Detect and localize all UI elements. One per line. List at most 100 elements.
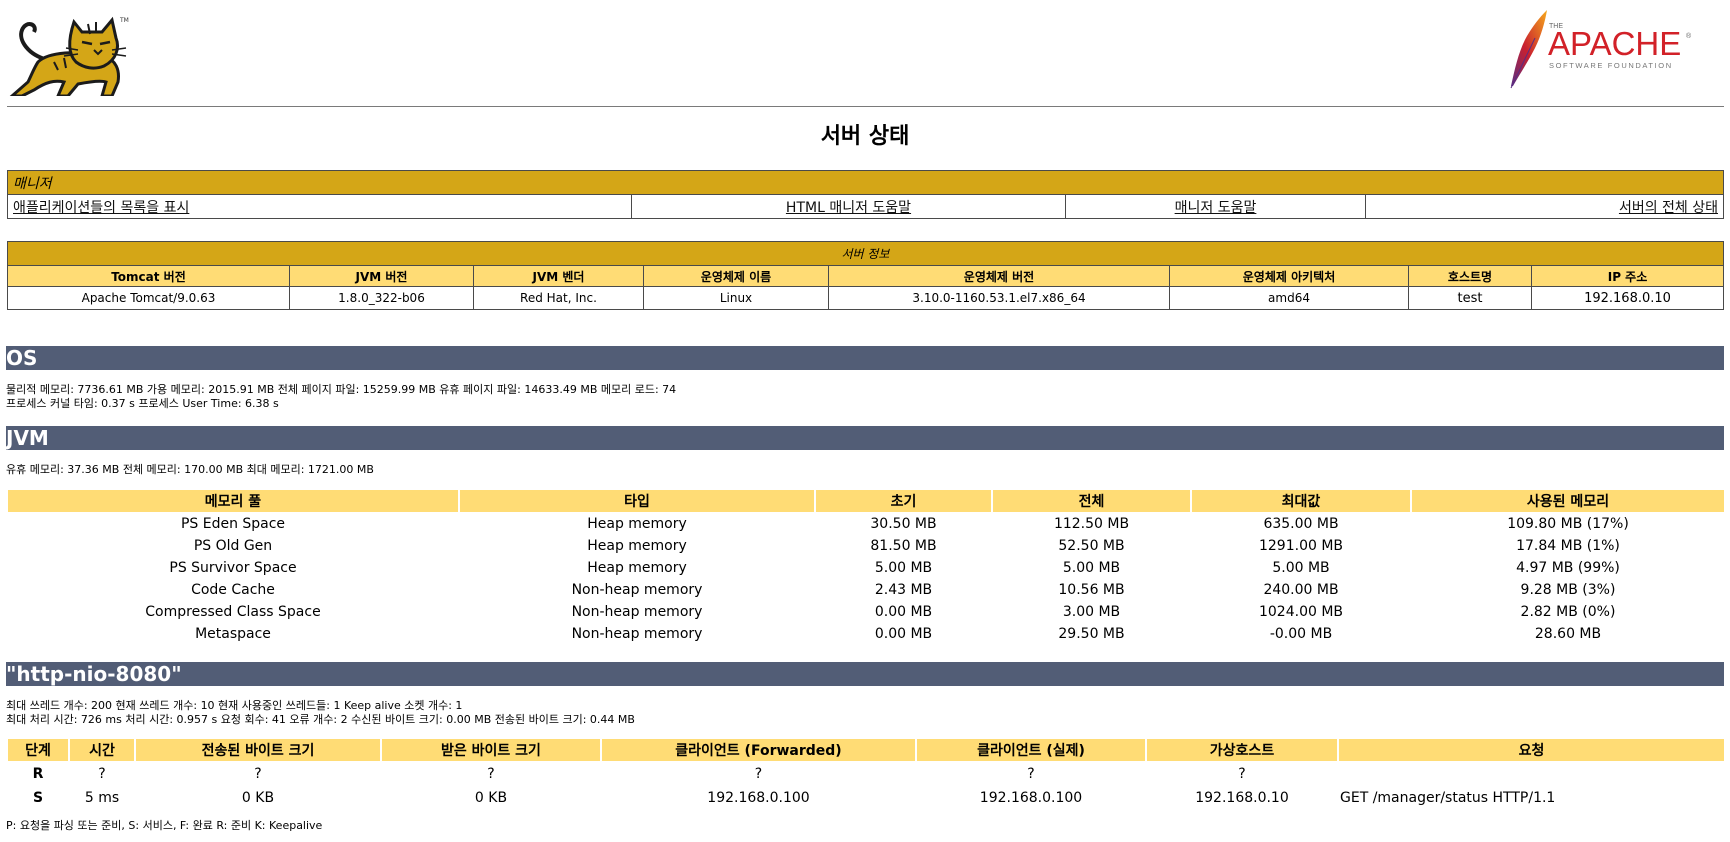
connector-section-title: "http-nio-8080": [6, 662, 1724, 686]
ip-address: 192.168.0.10: [1531, 286, 1724, 310]
table-row: S 5 ms 0 KB 0 KB 192.168.0.100 192.168.0…: [8, 787, 1724, 809]
memory-used: 17.84 MB (1%): [1516, 538, 1620, 554]
memory-total: 52.50 MB: [1058, 538, 1125, 554]
thread-virtual-host: 192.168.0.10: [1195, 790, 1289, 806]
os-section-title: OS: [6, 346, 1724, 370]
header-os-arch: 운영체제 아키텍처: [1169, 265, 1409, 287]
hostname: test: [1408, 286, 1532, 310]
thread-bytes-received: 0 KB: [474, 790, 508, 806]
table-row: R ? ? ? ? ? ?: [8, 763, 1724, 785]
header-client-actual: 클라이언트 (실제): [917, 739, 1145, 761]
tomcat-tm: TM: [119, 17, 129, 24]
thread-time: 5 ms: [84, 790, 120, 806]
memory-used: 4.97 MB (99%): [1516, 560, 1620, 576]
tomcat-logo: TM: [8, 10, 132, 98]
memory-total: 29.50 MB: [1058, 626, 1125, 642]
apache-name: APACHE: [1548, 25, 1681, 62]
thread-client-actual: 192.168.0.100: [979, 790, 1083, 806]
memory-total: 3.00 MB: [1062, 604, 1121, 620]
memory-pool-name: Metaspace: [195, 626, 271, 642]
server-info-title: 서버 정보: [7, 241, 1724, 266]
html-manager-help-link[interactable]: HTML 매니저 도움말: [786, 200, 911, 216]
memory-type: Non-heap memory: [571, 604, 703, 620]
header-client-forwarded: 클라이언트 (Forwarded): [602, 739, 915, 761]
memory-pool-name: PS Eden Space: [180, 516, 286, 532]
complete-server-status-link[interactable]: 서버의 전체 상태: [1619, 200, 1718, 216]
tomcat-version: Apache Tomcat/9.0.63: [7, 286, 290, 310]
header-total: 전체: [993, 490, 1190, 512]
memory-used: 2.82 MB (0%): [1520, 604, 1616, 620]
memory-initial: 81.50 MB: [870, 538, 937, 554]
os-version: 3.10.0-1160.53.1.el7.x86_64: [828, 286, 1170, 310]
memory-maximum: 1024.00 MB: [1258, 604, 1344, 620]
memory-maximum: 1291.00 MB: [1258, 538, 1344, 554]
memory-total: 112.50 MB: [1053, 516, 1130, 532]
thread-client-forwarded: 192.168.0.100: [707, 790, 810, 806]
thread-request: [1339, 763, 1724, 785]
memory-type: Non-heap memory: [571, 626, 703, 642]
memory-pool-name: PS Survivor Space: [169, 560, 297, 576]
jvm-section-title: JVM: [6, 426, 1724, 450]
header-os-version: 운영체제 버전: [828, 265, 1170, 287]
os-memory-info: 물리적 메모리: 7736.61 MB 가용 메모리: 2015.91 MB 전…: [6, 383, 677, 396]
thread-table: 단계 시간 전송된 바이트 크기 받은 바이트 크기 클라이언트 (Forwar…: [6, 737, 1726, 811]
manager-title: 매니저: [7, 170, 1724, 195]
header-request: 요청: [1339, 739, 1724, 761]
memory-maximum: 240.00 MB: [1263, 582, 1339, 598]
header-virtual-host: 가상호스트: [1147, 739, 1337, 761]
apache-logo: THE APACHE ® SOFTWARE FOUNDATION: [1505, 8, 1697, 90]
thread-stage: R: [32, 766, 44, 782]
jvm-vendor: Red Hat, Inc.: [473, 286, 644, 310]
stage-legend: P: 요청을 파싱 또는 준비, S: 서비스, F: 완료 R: 준비 K: …: [6, 819, 323, 832]
memory-type: Non-heap memory: [571, 582, 703, 598]
memory-pool-name: PS Old Gen: [193, 538, 273, 554]
memory-pool-table: 메모리 풀 타입 초기 전체 최대값 사용된 메모리 PS Eden Space…: [6, 488, 1726, 646]
memory-initial: 30.50 MB: [870, 516, 937, 532]
header-memory-pool: 메모리 풀: [8, 490, 458, 512]
header-stage: 단계: [8, 739, 68, 761]
memory-type: Heap memory: [587, 560, 687, 576]
header-initial: 초기: [816, 490, 991, 512]
header-type: 타입: [460, 490, 814, 512]
memory-initial: 0.00 MB: [874, 604, 933, 620]
memory-maximum: 635.00 MB: [1263, 516, 1339, 532]
table-row: PS Old Gen Heap memory 81.50 MB 52.50 MB…: [8, 536, 1724, 556]
header-tomcat-version: Tomcat 버전: [7, 265, 290, 287]
memory-total: 10.56 MB: [1058, 582, 1125, 598]
header-ip-address: IP 주소: [1531, 265, 1724, 287]
connector-request-info: 최대 처리 시간: 726 ms 처리 시간: 0.957 s 요청 회수: 4…: [6, 713, 635, 726]
thread-bytes-sent: 0 KB: [241, 790, 275, 806]
memory-maximum: 5.00 MB: [1272, 560, 1330, 576]
os-arch: amd64: [1169, 286, 1409, 310]
connector-thread-info: 최대 쓰레드 개수: 200 현재 쓰레드 개수: 10 현재 사용중인 쓰레드…: [6, 699, 463, 712]
table-row: Compressed Class Space Non-heap memory 0…: [8, 602, 1724, 622]
header-jvm-vendor: JVM 벤더: [473, 265, 644, 287]
thread-bytes-sent: ?: [254, 766, 262, 782]
table-row: PS Survivor Space Heap memory 5.00 MB 5.…: [8, 558, 1724, 578]
memory-pool-name: Compressed Class Space: [145, 604, 321, 620]
header-maximum: 최대값: [1192, 490, 1410, 512]
table-row: PS Eden Space Heap memory 30.50 MB 112.5…: [8, 514, 1724, 534]
thread-bytes-received: ?: [487, 766, 495, 782]
page-title: 서버 상태: [820, 124, 910, 149]
manager-help-link[interactable]: 매니저 도움말: [1175, 200, 1257, 216]
header-hostname: 호스트명: [1408, 265, 1532, 287]
thread-time: ?: [98, 766, 106, 782]
jvm-memory-info: 유휴 메모리: 37.36 MB 전체 메모리: 170.00 MB 최대 메모…: [6, 463, 374, 476]
memory-used: 9.28 MB (3%): [1520, 582, 1616, 598]
header-used-memory: 사용된 메모리: [1412, 490, 1724, 512]
memory-type: Heap memory: [587, 516, 687, 532]
list-applications-link[interactable]: 애플리케이션들의 목록을 표시: [13, 200, 189, 216]
header-bytes-received: 받은 바이트 크기: [382, 739, 600, 761]
memory-pool-name: Code Cache: [191, 582, 275, 598]
apache-tm: ®: [1686, 32, 1692, 40]
memory-initial: 0.00 MB: [874, 626, 933, 642]
memory-initial: 5.00 MB: [874, 560, 933, 576]
manager-table: 매니저 애플리케이션들의 목록을 표시 HTML 매니저 도움말 매니저 도움말…: [7, 170, 1724, 219]
memory-used: 109.80 MB (17%): [1507, 516, 1629, 532]
os-name: Linux: [643, 286, 829, 310]
thread-client-forwarded: ?: [754, 766, 763, 782]
jvm-version: 1.8.0_322-b06: [289, 286, 474, 310]
memory-total: 5.00 MB: [1062, 560, 1121, 576]
header-bytes-sent: 전송된 바이트 크기: [136, 739, 380, 761]
